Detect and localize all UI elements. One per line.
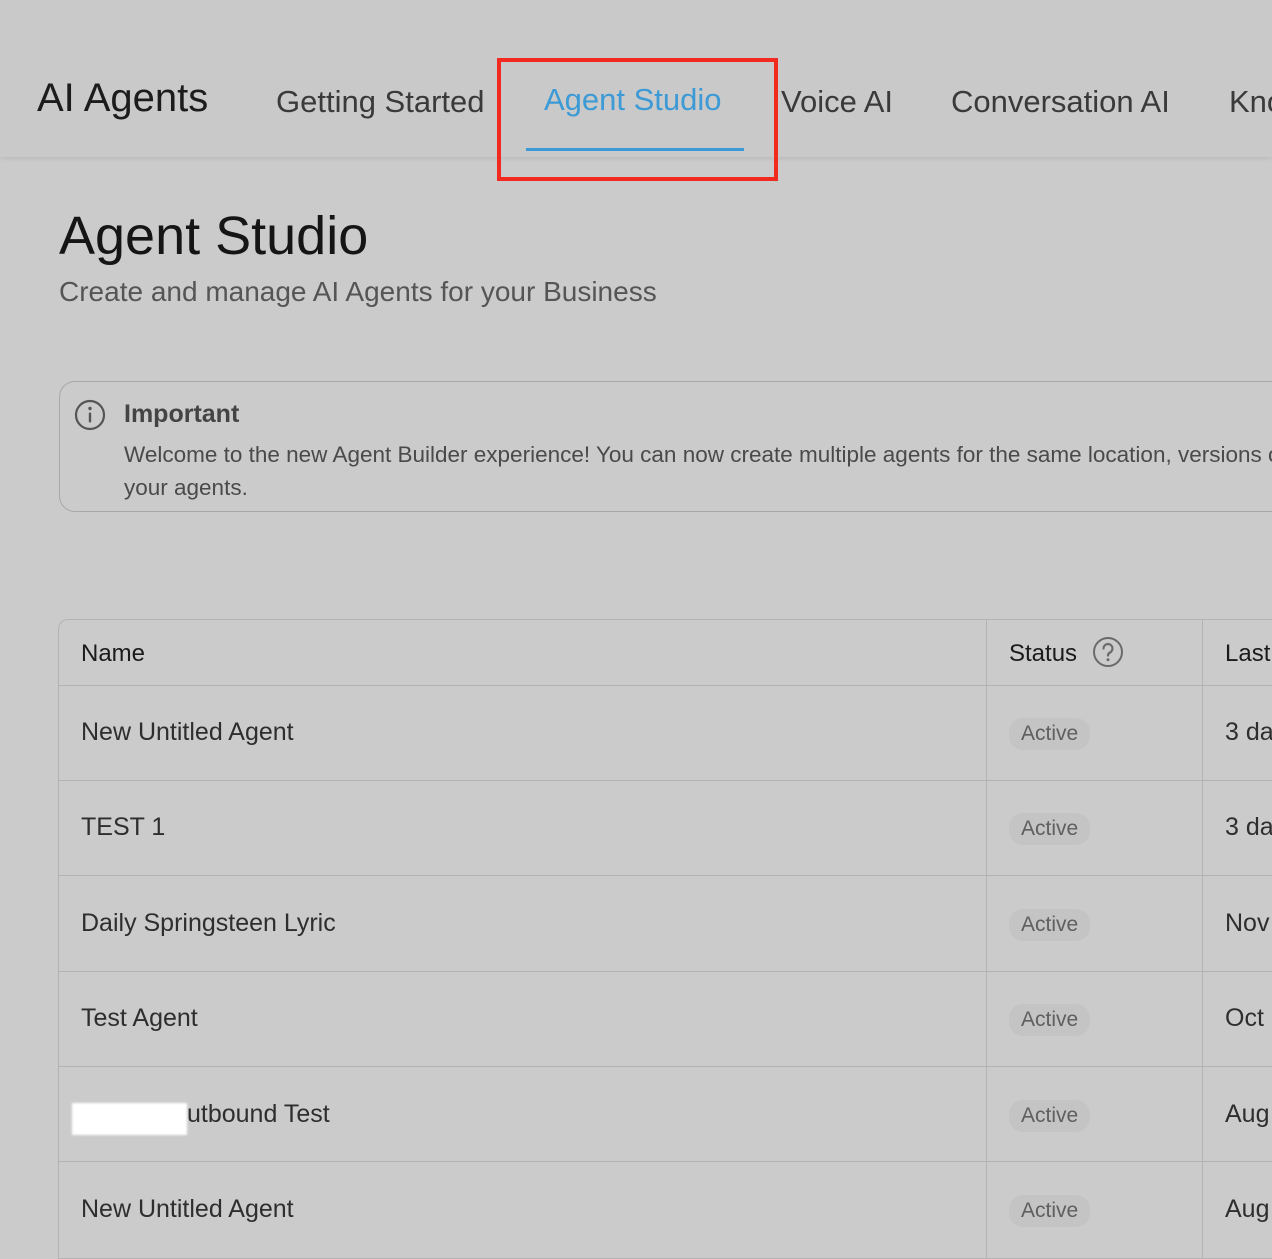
notice-title: Important (124, 400, 240, 428)
info-icon (74, 399, 106, 431)
last-updated-cell: Aug (1225, 1100, 1270, 1128)
last-updated-cell: Oct (1225, 1004, 1264, 1032)
table-row[interactable]: Test Agent Active Oct (59, 972, 1272, 1067)
last-updated-cell: 3 da (1225, 718, 1272, 746)
tab-agent-studio[interactable]: Agent Studio (544, 82, 722, 118)
table-row[interactable]: TEST 1 Active 3 da (59, 781, 1272, 876)
column-header-last-updated[interactable]: Last (1225, 640, 1270, 668)
table-row[interactable]: New Untitled Agent Active Aug (59, 1162, 1272, 1258)
top-nav-bar: AI Agents Getting Started Agent Studio V… (0, 0, 1272, 157)
agent-name[interactable]: New Untitled Agent (81, 1195, 294, 1224)
status-badge: Active (1009, 1004, 1091, 1036)
redacted-text (72, 1103, 187, 1135)
table-row[interactable]: utbound Test Active Aug (59, 1067, 1272, 1162)
status-badge: Active (1009, 718, 1091, 750)
status-badge: Active (1009, 1100, 1091, 1132)
question-circle-icon[interactable] (1092, 636, 1124, 668)
status-badge: Active (1009, 1195, 1091, 1227)
agents-table: Name Status Last New Untitled Agent Acti… (58, 619, 1272, 1259)
last-updated-cell: Nov (1225, 909, 1270, 937)
last-updated-cell: 3 da (1225, 813, 1272, 841)
page-title: Agent Studio (59, 206, 369, 266)
agent-name[interactable]: TEST 1 (81, 813, 165, 842)
agent-name[interactable]: Daily Springsteen Lyric (81, 909, 336, 938)
last-updated-cell: Aug (1225, 1195, 1270, 1223)
tab-knowledge[interactable]: Kno (1229, 84, 1272, 120)
tab-getting-started[interactable]: Getting Started (276, 84, 485, 120)
table-header-row: Name Status Last (59, 620, 1272, 686)
notice-body: Welcome to the new Agent Builder experie… (124, 442, 1272, 500)
app-title: AI Agents (37, 76, 209, 120)
status-badge: Active (1009, 909, 1091, 941)
active-tab-indicator (526, 148, 744, 151)
status-badge: Active (1009, 813, 1091, 845)
agent-name[interactable]: New Untitled Agent (81, 718, 294, 747)
column-header-status[interactable]: Status (1009, 640, 1077, 668)
tab-conversation-ai[interactable]: Conversation AI (951, 84, 1170, 120)
table-row[interactable]: Daily Springsteen Lyric Active Nov (59, 876, 1272, 972)
table-row[interactable]: New Untitled Agent Active 3 da (59, 686, 1272, 781)
agent-name[interactable]: Test Agent (81, 1004, 198, 1033)
column-header-name[interactable]: Name (81, 640, 145, 668)
page-subtitle: Create and manage AI Agents for your Bus… (59, 276, 657, 307)
agent-name[interactable]: utbound Test (187, 1100, 330, 1129)
important-notice: Important Welcome to the new Agent Build… (59, 381, 1272, 512)
tab-voice-ai[interactable]: Voice AI (781, 84, 893, 120)
